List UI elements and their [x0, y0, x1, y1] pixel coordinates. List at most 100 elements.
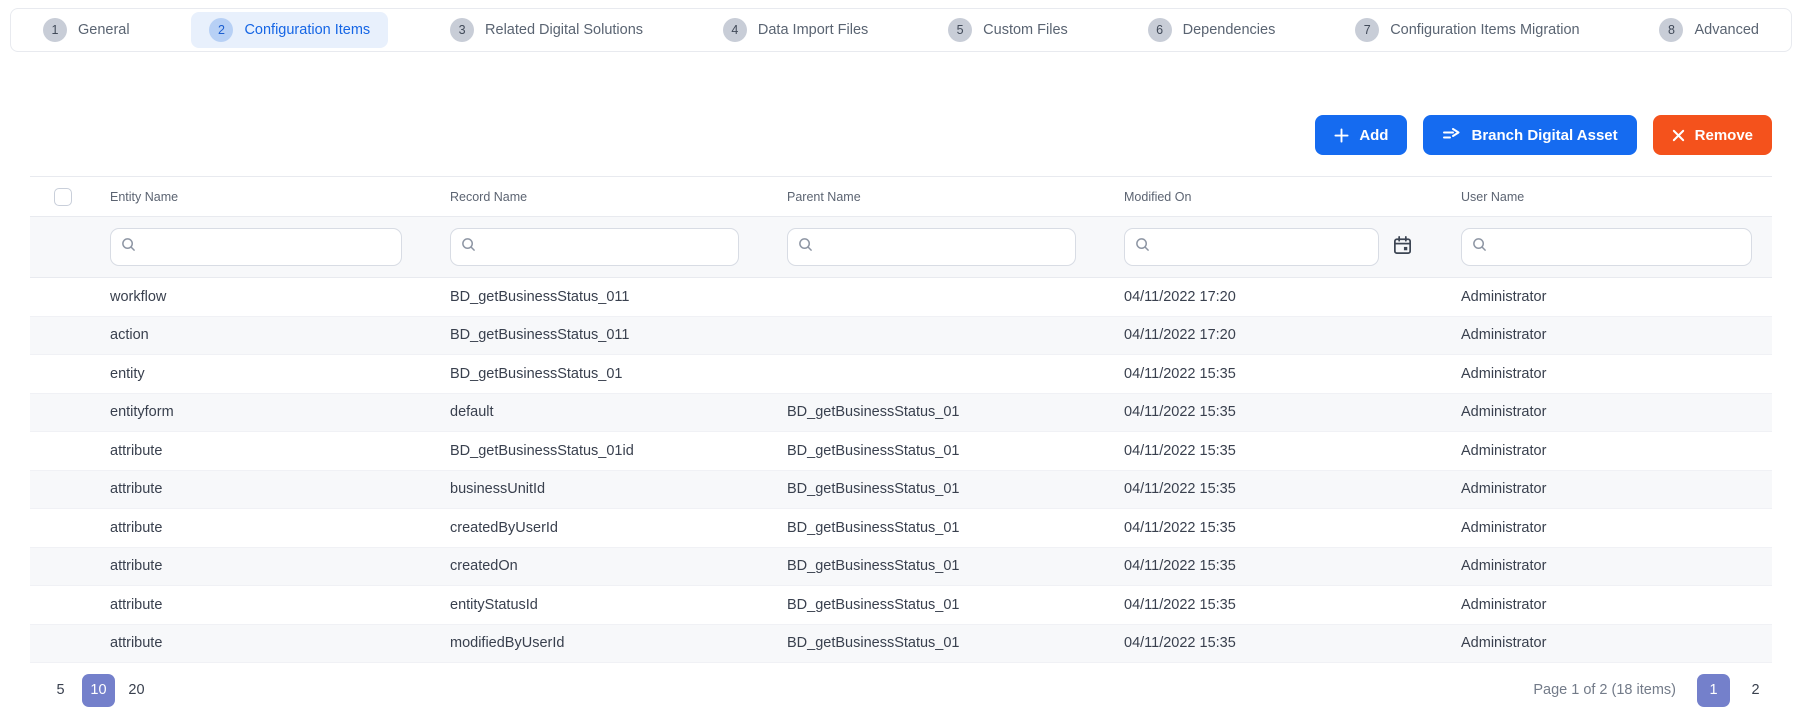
step-tab-label: Custom Files [983, 22, 1068, 38]
step-tab[interactable]: 1 General [25, 12, 148, 48]
configuration-items-grid: Entity Name Record Name Parent Name Modi… [30, 176, 1772, 663]
table-row[interactable]: attribute businessUnitId BD_getBusinessS… [30, 470, 1772, 509]
column-header[interactable]: Modified On [1124, 190, 1461, 204]
remove-button[interactable]: Remove [1652, 115, 1772, 155]
step-number-badge: 2 [209, 18, 234, 42]
step-tab[interactable]: 4 Data Import Files [705, 12, 886, 48]
cell-modified-on: 04/11/2022 15:35 [1124, 519, 1236, 536]
search-icon [1472, 237, 1487, 257]
column-filter-box [787, 228, 1076, 266]
table-row[interactable]: workflow BD_getBusinessStatus_011 04/11/… [30, 278, 1772, 317]
cell-record-name: modifiedByUserId [450, 635, 565, 652]
column-filter-box [110, 228, 402, 266]
cell-entity-name: attribute [110, 635, 163, 652]
cell-parent-name: BD_getBusinessStatus_01 [787, 635, 960, 652]
cell-modified-on: 04/11/2022 15:35 [1124, 558, 1236, 575]
column-header[interactable]: User Name [1461, 190, 1772, 204]
header-checkbox-cell [30, 187, 110, 206]
cell-modified-on: 04/11/2022 15:35 [1124, 481, 1236, 498]
cell-record-name: BD_getBusinessStatus_01 [450, 365, 623, 382]
table-row[interactable]: attribute createdByUserId BD_getBusiness… [30, 509, 1772, 548]
cell-entity-name: action [110, 327, 149, 344]
table-row[interactable]: entityform default BD_getBusinessStatus_… [30, 393, 1772, 432]
step-number-badge: 7 [1355, 18, 1380, 42]
column-filter-input[interactable] [144, 239, 391, 255]
step-tab[interactable]: 6 Dependencies [1130, 12, 1294, 48]
cell-entity-name: attribute [110, 442, 163, 459]
cell-entity-name: entityform [110, 404, 174, 421]
column-filter-input[interactable] [1158, 239, 1368, 255]
column-header[interactable]: Parent Name [787, 190, 1124, 204]
column-filter-input[interactable] [821, 239, 1065, 255]
cell-modified-on: 04/11/2022 15:35 [1124, 635, 1236, 652]
column-header[interactable]: Record Name [450, 190, 787, 204]
branch-digital-asset-button[interactable]: Branch Digital Asset [1423, 115, 1637, 155]
table-row[interactable]: entity BD_getBusinessStatus_01 04/11/202… [30, 355, 1772, 394]
page-size-selector: 5 10 20 [44, 673, 153, 707]
step-tab[interactable]: 7 Configuration Items Migration [1337, 12, 1597, 48]
page-size-option[interactable]: 10 [82, 673, 115, 707]
column-filter-input[interactable] [1495, 239, 1741, 255]
table-row[interactable]: action BD_getBusinessStatus_011 04/11/20… [30, 316, 1772, 355]
close-icon [1672, 129, 1685, 142]
pagination-bar: 5 10 20 Page 1 of 2 (18 items) 1 2 [0, 663, 1802, 717]
column-header[interactable]: Entity Name [110, 190, 450, 204]
table-row[interactable]: attribute createdOn BD_getBusinessStatus… [30, 547, 1772, 586]
step-tab-label: Advanced [1694, 22, 1759, 38]
cell-user-name: Administrator [1461, 288, 1547, 305]
page-summary: Page 1 of 2 (18 items) [1533, 682, 1676, 698]
column-filter-cell [787, 228, 1124, 266]
cell-record-name: createdByUserId [450, 519, 558, 536]
cell-entity-name: attribute [110, 596, 163, 613]
cell-record-name: default [450, 404, 494, 421]
step-tab[interactable]: 5 Custom Files [930, 12, 1086, 48]
cell-parent-name: BD_getBusinessStatus_01 [787, 558, 960, 575]
cell-record-name: BD_getBusinessStatus_011 [450, 288, 630, 305]
step-tab[interactable]: 2 Configuration Items [191, 12, 389, 48]
grid-toolbar: Add Branch Digital Asset Remove [0, 114, 1802, 156]
cell-user-name: Administrator [1461, 596, 1547, 613]
page-size-option[interactable]: 20 [120, 674, 153, 707]
select-all-checkbox[interactable] [54, 187, 72, 206]
page-number-button[interactable]: 1 [1697, 673, 1730, 707]
table-row[interactable]: attribute BD_getBusinessStatus_01id BD_g… [30, 432, 1772, 471]
calendar-icon [1392, 235, 1413, 259]
cell-user-name: Administrator [1461, 442, 1547, 459]
grid-header-row: Entity Name Record Name Parent Name Modi… [30, 176, 1772, 216]
add-button[interactable]: Add [1315, 115, 1408, 155]
column-filter-cell [1124, 228, 1461, 266]
step-tab-label: Related Digital Solutions [485, 22, 644, 38]
cell-parent-name: BD_getBusinessStatus_01 [787, 519, 960, 536]
cell-entity-name: workflow [110, 288, 167, 305]
page-size-option[interactable]: 5 [44, 674, 77, 707]
step-tabbar: 1 General 2 Configuration Items 3 Relate… [10, 8, 1792, 52]
cell-user-name: Administrator [1461, 365, 1547, 382]
column-filter-cell [450, 228, 787, 266]
date-picker-button[interactable] [1392, 235, 1413, 259]
search-icon [121, 237, 136, 257]
cell-entity-name: attribute [110, 481, 163, 498]
step-tab-label: Dependencies [1182, 22, 1276, 38]
table-row[interactable]: attribute entityStatusId BD_getBusinessS… [30, 586, 1772, 625]
cell-user-name: Administrator [1461, 404, 1547, 421]
cell-entity-name: attribute [110, 519, 163, 536]
step-number-badge: 8 [1659, 18, 1684, 42]
step-number-badge: 1 [43, 18, 67, 42]
step-tab-label: General [78, 22, 130, 38]
cell-modified-on: 04/11/2022 15:35 [1124, 404, 1236, 421]
step-tab[interactable]: 8 Advanced [1641, 12, 1777, 48]
plus-icon [1334, 127, 1349, 143]
cell-record-name: businessUnitId [450, 481, 546, 498]
cell-modified-on: 04/11/2022 17:20 [1124, 327, 1236, 344]
search-icon [1135, 237, 1150, 257]
cell-parent-name: BD_getBusinessStatus_01 [787, 442, 960, 459]
table-row[interactable]: attribute modifiedByUserId BD_getBusines… [30, 624, 1772, 663]
page-number-button[interactable]: 2 [1739, 674, 1772, 707]
step-tab[interactable]: 3 Related Digital Solutions [432, 12, 661, 48]
column-filter-box [1124, 228, 1379, 266]
column-filter-input[interactable] [484, 239, 728, 255]
search-icon [461, 237, 476, 257]
step-tab-label: Configuration Items [244, 22, 371, 38]
step-tab-label: Data Import Files [757, 22, 869, 38]
cell-modified-on: 04/11/2022 17:20 [1124, 288, 1236, 305]
